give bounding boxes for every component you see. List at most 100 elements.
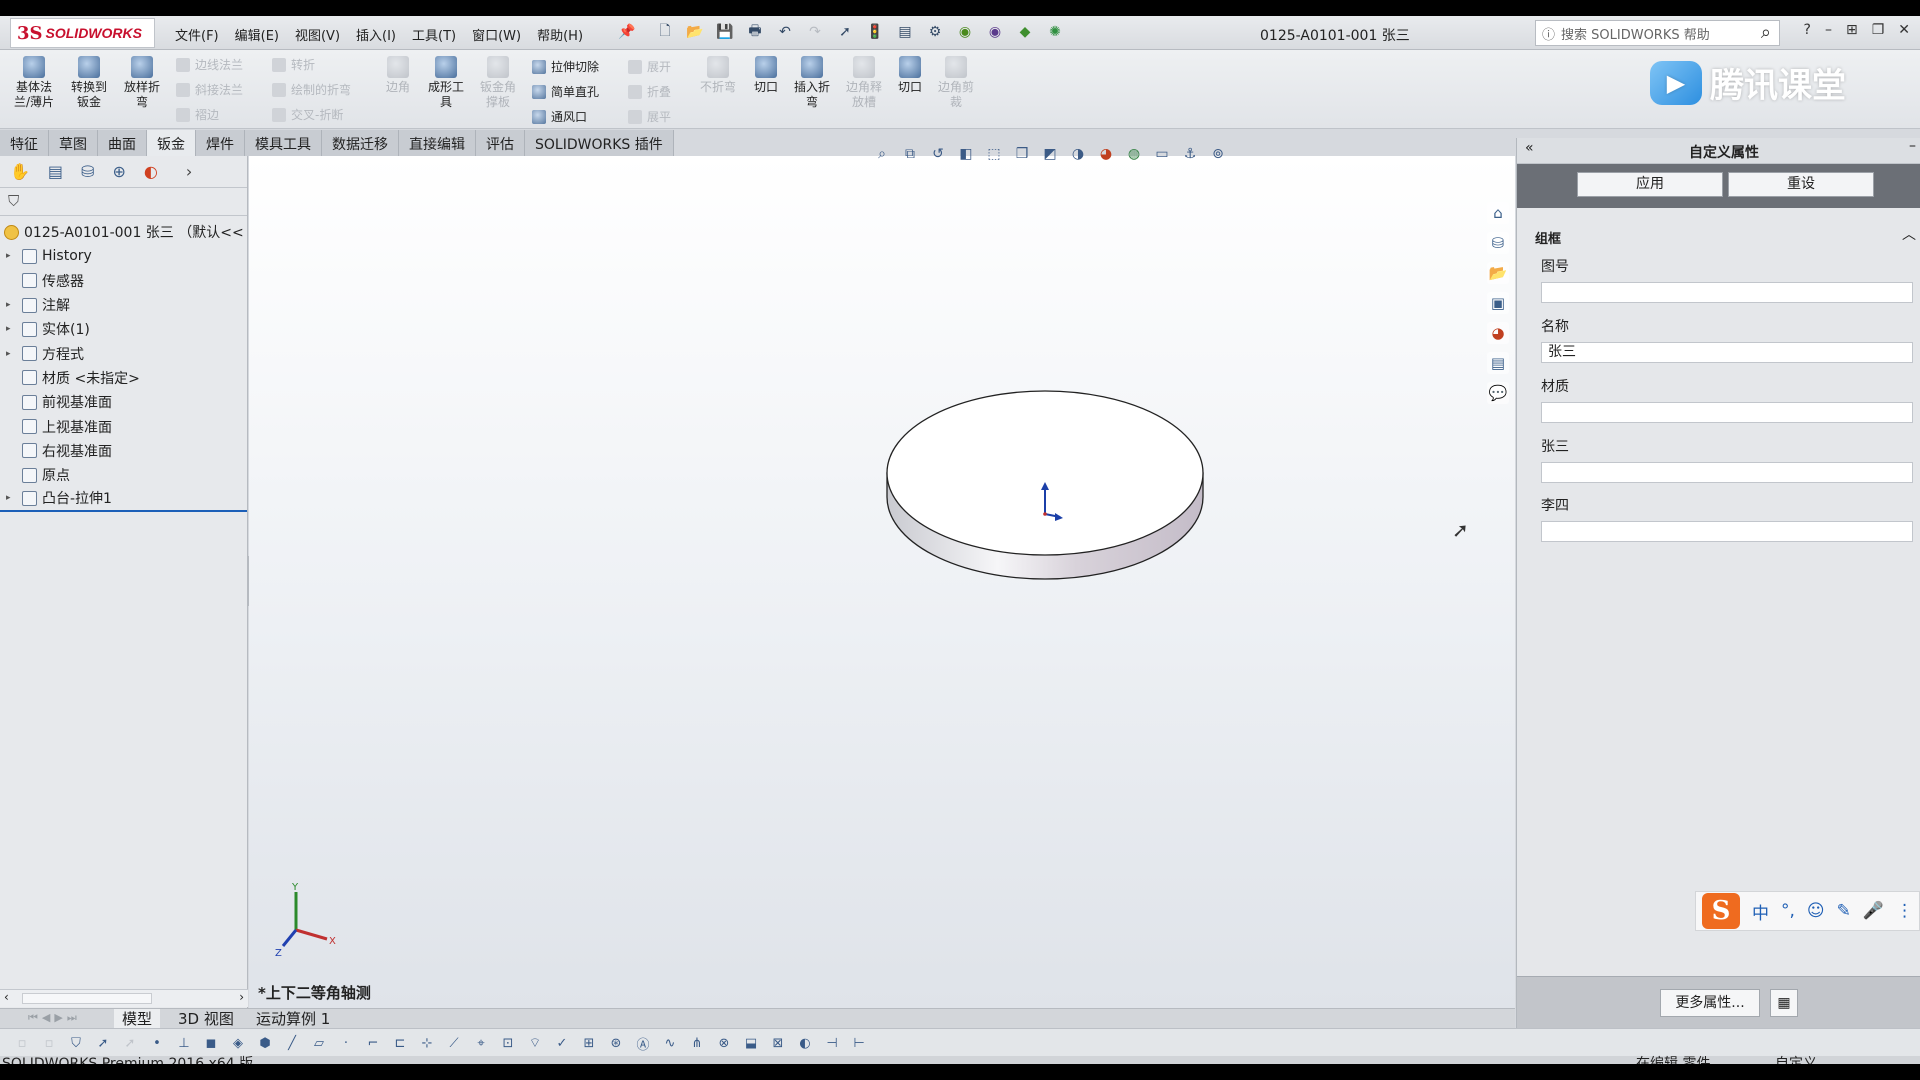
minimize-pane-icon[interactable]: – xyxy=(1909,138,1916,154)
open-icon[interactable]: 📂 xyxy=(685,22,705,42)
tree-item[interactable]: 前视基准面 xyxy=(0,390,247,414)
ime-chinese-mode[interactable]: 中 xyxy=(1752,899,1769,924)
filter-surface-finish-icon[interactable]: ⊡ xyxy=(498,1033,518,1053)
sketched-bend-button[interactable]: 绘制的折弯 xyxy=(272,81,351,98)
view-settings-icon[interactable]: ▭ xyxy=(1152,144,1172,164)
jog-button[interactable]: 转折 xyxy=(272,56,315,73)
tree-item[interactable]: 上视基准面 xyxy=(0,414,247,438)
property-field[interactable] xyxy=(1541,521,1913,542)
tab-direct-editing[interactable]: 直接编辑 xyxy=(399,130,476,156)
view-orientation-icon[interactable]: ❒ xyxy=(1012,144,1032,164)
tab-data-migration[interactable]: 数据迁移 xyxy=(322,130,399,156)
filter-dimensions-icon[interactable]: ⌖ xyxy=(471,1033,491,1053)
select-arrow-icon[interactable]: ➚ xyxy=(93,1033,113,1053)
chevron-up-icon[interactable]: ︿ xyxy=(1902,224,1916,244)
property-field[interactable] xyxy=(1541,462,1913,483)
design-library-icon[interactable]: ⛁ xyxy=(1487,232,1509,254)
filter-faces-icon[interactable]: ◼ xyxy=(201,1033,221,1053)
ime-emoji-icon[interactable]: ☺ xyxy=(1807,901,1825,921)
display-style-icon[interactable]: ◩ xyxy=(1040,144,1060,164)
toolbar-disabled-icon-2[interactable]: ▫ xyxy=(39,1033,59,1053)
cross-break-button[interactable]: 交叉-折断 xyxy=(272,106,343,123)
selection-filter-icon[interactable]: ⛉ xyxy=(66,1033,86,1053)
filter-cosmetic-threads-icon[interactable]: ∿ xyxy=(660,1033,680,1053)
lofted-bend-button[interactable]: 放样折 弯 xyxy=(116,56,168,110)
filter-sketch-segments-icon[interactable]: ⌐ xyxy=(363,1033,383,1053)
filter-routing-points-icon[interactable]: ⋔ xyxy=(687,1033,707,1053)
previous-view-icon[interactable]: ↺ xyxy=(928,144,948,164)
tree-item[interactable]: 右视基准面 xyxy=(0,439,247,463)
reset-button[interactable]: 重设 xyxy=(1728,172,1874,197)
zoom-to-area-icon[interactable]: ⧉ xyxy=(900,144,920,164)
unfold-button[interactable]: 展开 xyxy=(628,58,671,75)
redo-icon[interactable]: ↷ xyxy=(805,22,825,42)
sheet-metal-gusset-button[interactable]: 钣金角 撑板 xyxy=(472,56,524,110)
tab-surfaces[interactable]: 曲面 xyxy=(98,130,147,156)
hem-button[interactable]: 褶边 xyxy=(176,106,219,123)
sogou-logo-icon[interactable]: S xyxy=(1702,893,1740,929)
custom-properties-icon[interactable]: ▤ xyxy=(1487,352,1509,374)
clear-filters-icon[interactable]: ⊣ xyxy=(822,1033,842,1053)
filter-geometric-tolerance-icon[interactable]: ⌔ xyxy=(525,1033,545,1053)
select-all-filters-icon[interactable]: ⊢ xyxy=(849,1033,869,1053)
realview-icon[interactable]: ⚓ xyxy=(1180,144,1200,164)
tab-features[interactable]: 特征 xyxy=(0,130,49,156)
scroll-right-icon[interactable]: › xyxy=(239,990,244,1004)
tab-3d-view[interactable]: 3D 视图 xyxy=(170,1009,242,1029)
filter-datum-features-icon[interactable]: Ⓐ xyxy=(633,1033,653,1053)
addin-purple-icon[interactable]: ◉ xyxy=(985,22,1005,42)
rip-button[interactable]: 切口 xyxy=(740,56,792,95)
dimxpert-tab-icon[interactable]: ⊕ xyxy=(112,162,125,181)
property-manager-tab-icon[interactable]: ▤ xyxy=(48,162,63,181)
no-bends-button[interactable]: 不折弯 xyxy=(692,56,744,95)
select-icon[interactable]: ➚ xyxy=(835,22,855,42)
new-document-icon[interactable]: 🗋 xyxy=(655,22,675,42)
section-view-icon[interactable]: ◧ xyxy=(956,144,976,164)
appearances-icon[interactable]: ◕ xyxy=(1487,322,1509,344)
expand-arrow-icon[interactable]: ▸ xyxy=(6,324,18,334)
tab-weldments[interactable]: 焊件 xyxy=(196,130,245,156)
tree-item[interactable]: 材质 <未指定> xyxy=(0,366,247,390)
configuration-manager-tab-icon[interactable]: ⛁ xyxy=(81,162,94,181)
flatten-button[interactable]: 展平 xyxy=(628,108,671,125)
collapse-pane-icon[interactable]: « xyxy=(1525,140,1534,156)
menu-insert[interactable]: 插入(I) xyxy=(356,25,396,44)
restore-icon[interactable]: ❐ xyxy=(1872,22,1885,38)
search-icon[interactable]: ⌕ xyxy=(1761,22,1771,43)
print-icon[interactable]: 🖶 xyxy=(745,22,765,42)
corners-button[interactable]: 边角 xyxy=(372,56,424,95)
pin-icon[interactable]: 📌 xyxy=(618,24,635,40)
graphics-area[interactable]: Y X Z *上下二等角轴测 ➚ xyxy=(249,156,1515,1008)
forum-icon[interactable]: 💬 xyxy=(1487,382,1509,404)
file-properties-icon[interactable]: ▤ xyxy=(895,22,915,42)
tile-icon[interactable]: ⊞ xyxy=(1846,22,1858,38)
extruded-cut-button[interactable]: 拉伸切除 xyxy=(532,58,599,75)
minimize-icon[interactable]: – xyxy=(1825,22,1832,38)
ime-handwrite-icon[interactable]: ✎ xyxy=(1837,901,1851,921)
filter-surface-bodies-icon[interactable]: ◈ xyxy=(228,1033,248,1053)
tree-item[interactable]: ▸ 注解 xyxy=(0,293,247,317)
filter-centerline-icon[interactable]: ⟋ xyxy=(444,1033,464,1053)
options-icon[interactable]: ⚙ xyxy=(925,22,945,42)
menu-window[interactable]: 窗口(W) xyxy=(472,25,521,44)
close-icon[interactable]: ✕ xyxy=(1898,22,1910,38)
menu-view[interactable]: 视图(V) xyxy=(295,25,340,44)
tab-sheet-metal[interactable]: 钣金 xyxy=(147,130,196,156)
feature-tree-tab-icon[interactable]: ✋ xyxy=(10,162,30,181)
apply-button[interactable]: 应用 xyxy=(1577,172,1723,197)
filter-vertices-icon[interactable]: • xyxy=(147,1033,167,1053)
display-manager-tab-icon[interactable]: ◐ xyxy=(144,162,158,181)
menu-edit[interactable]: 编辑(E) xyxy=(235,25,279,44)
addin-green-icon[interactable]: ◉ xyxy=(955,22,975,42)
tree-root-part[interactable]: 0125-A0101-001 张三 （默认<< xyxy=(0,220,247,244)
filter-center-marks-icon[interactable]: ⊹ xyxy=(417,1033,437,1053)
ime-punctuation[interactable]: °, xyxy=(1781,901,1795,921)
base-flange-button[interactable]: 基体法 兰/薄片 xyxy=(8,56,60,110)
tree-item[interactable]: 原点 xyxy=(0,463,247,487)
tree-item[interactable]: ▸ 实体(1) xyxy=(0,317,247,341)
filter-notes-icon[interactable]: ✓ xyxy=(552,1033,572,1053)
ime-voice-icon[interactable]: 🎤 xyxy=(1863,901,1884,921)
property-field[interactable] xyxy=(1541,402,1913,423)
next-tab-icon[interactable]: ▶ xyxy=(54,1011,62,1025)
vent-button[interactable]: 通风口 xyxy=(532,108,587,125)
